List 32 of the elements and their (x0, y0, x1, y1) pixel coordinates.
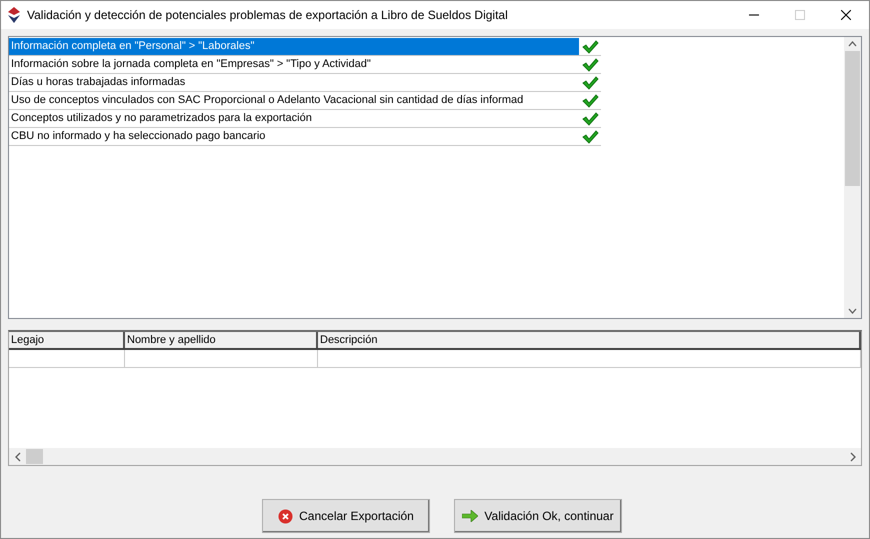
horizontal-scrollbar[interactable] (9, 448, 861, 465)
check-icon (582, 76, 598, 90)
check-row[interactable]: Información completa en "Personal" > "Laborales" (9, 38, 601, 56)
check-row[interactable]: Uso de conceptos vinculados con SAC Proporcional o Adelanto Vacacional sin cantidad de días informad (9, 92, 601, 110)
close-icon (841, 10, 851, 20)
check-label: Información sobre la jornada completa en "Empresas" > "Tipo y Actividad" (10, 57, 372, 72)
check-icon (582, 112, 598, 126)
check-icon (582, 40, 598, 54)
check-row[interactable]: Conceptos utilizados y no parametrizados para la exportación (9, 110, 601, 128)
check-icon (582, 94, 598, 108)
check-row[interactable]: CBU no informado y ha seleccionado pago bancario (9, 128, 601, 146)
window-title: Validación y detección de potenciales problemas de exportación a Libro de Sueldos Digital (27, 7, 508, 24)
check-icon (582, 130, 598, 144)
check-label: Uso de conceptos vinculados con SAC Proporcional o Adelanto Vacacional sin cantidad de días informad (10, 93, 524, 108)
column-header[interactable]: Nombre y apellido (125, 332, 318, 348)
scroll-thumb[interactable] (26, 449, 43, 464)
cancel-button[interactable]: Cancelar Exportación (262, 499, 430, 533)
continue-button[interactable]: Validación Ok, continuar (454, 499, 622, 533)
check-label: Días u horas trabajadas informadas (10, 75, 186, 90)
check-row[interactable]: Días u horas trabajadas informadas (9, 74, 601, 92)
check-label: Información completa en "Personal" > "Laborales" (10, 39, 256, 54)
arrow-right-icon (462, 510, 478, 522)
app-icon (7, 7, 21, 23)
check-row[interactable]: Información sobre la jornada completa en "Empresas" > "Tipo y Actividad" (9, 56, 601, 74)
maximize-icon (795, 10, 805, 20)
scroll-thumb[interactable] (845, 51, 860, 186)
column-header[interactable]: Descripción (318, 332, 861, 348)
check-label: CBU no informado y ha seleccionado pago bancario (10, 129, 266, 144)
check-label: Conceptos utilizados y no parametrizados para la exportación (10, 111, 313, 126)
vertical-scrollbar[interactable] (844, 37, 861, 318)
cancel-icon (278, 508, 294, 524)
column-header[interactable]: Legajo (9, 332, 125, 348)
